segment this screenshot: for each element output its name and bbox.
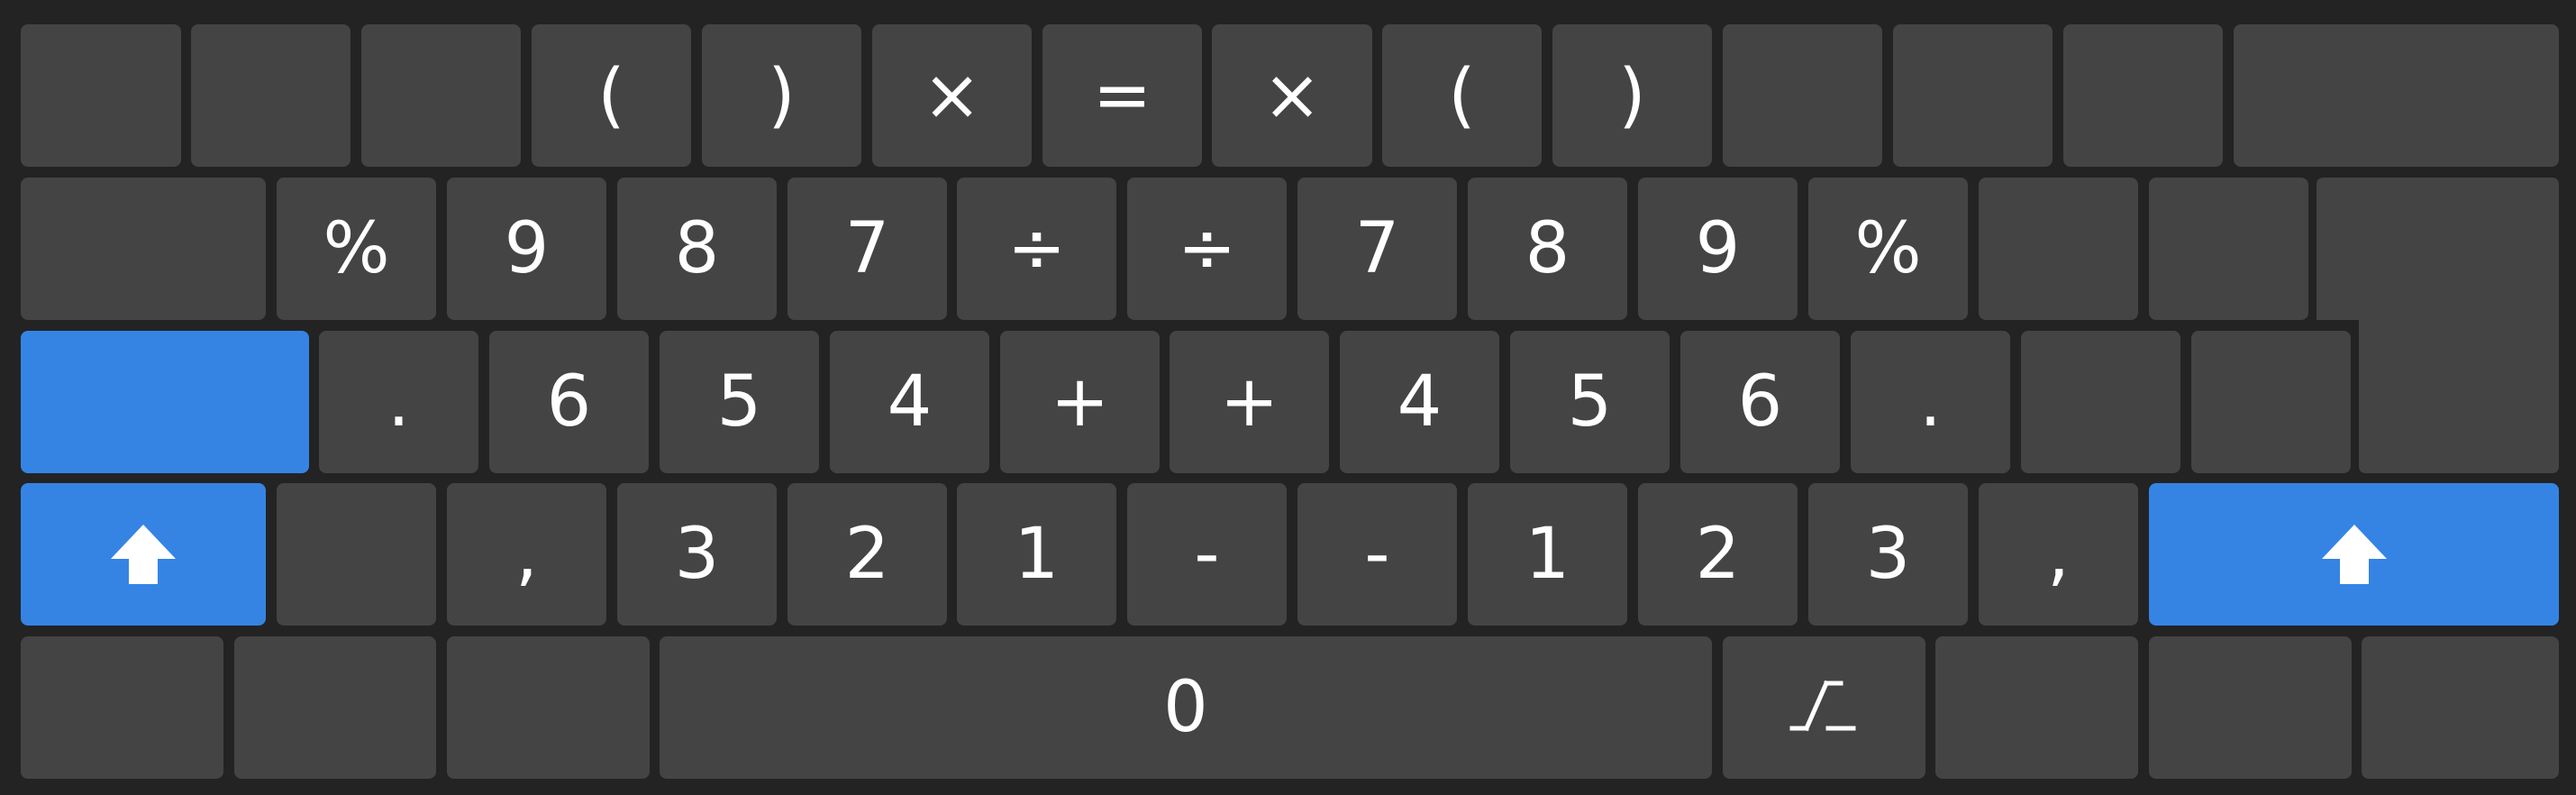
key-row1-blank-4[interactable] [1723,24,1882,167]
key-5-left[interactable]: 5 [660,331,819,473]
key-2-left[interactable]: 2 [787,483,947,626]
key-row5-blank-1[interactable] [21,636,223,779]
key-row2-blank-1[interactable] [1979,178,2138,320]
key-comma-right[interactable]: , [1979,483,2138,626]
key-row3-blank-1[interactable] [2021,331,2180,473]
key-minus-left[interactable]: - [1127,483,1287,626]
key-4-right[interactable]: 4 [1340,331,1499,473]
key-period-right[interactable]: . [1851,331,2010,473]
key-zero-space[interactable]: 0 [660,636,1712,779]
key-2-right[interactable]: 2 [1638,483,1798,626]
key-5-right[interactable]: 5 [1510,331,1670,473]
key-8-left[interactable]: 8 [617,178,777,320]
layout-switch-icon [1789,676,1861,739]
key-shift-right[interactable] [2149,483,2559,626]
key-equals[interactable]: = [1042,24,1202,167]
key-plus-left[interactable]: + [1000,331,1160,473]
key-caps-lock[interactable] [21,331,309,473]
key-tab[interactable] [21,178,266,320]
key-percent-left[interactable]: % [277,178,436,320]
key-row5-blank-2[interactable] [234,636,436,779]
key-1-left[interactable]: 1 [957,483,1116,626]
key-9-left[interactable]: 9 [447,178,606,320]
key-paren-open-right[interactable]: ( [1382,24,1542,167]
key-8-right[interactable]: 8 [1468,178,1627,320]
key-row3-blank-2[interactable] [2191,331,2351,473]
key-row5-blank-5[interactable] [2149,636,2352,779]
key-percent-right[interactable]: % [1808,178,1968,320]
key-plus-right[interactable]: + [1170,331,1329,473]
key-enter[interactable] [2317,178,2559,473]
key-6-right[interactable]: 6 [1680,331,1840,473]
key-paren-close-left[interactable]: ) [702,24,861,167]
key-divide-right[interactable]: ÷ [1127,178,1287,320]
shift-arrow-up-icon [109,523,177,586]
key-9-right[interactable]: 9 [1638,178,1798,320]
key-period-left[interactable]: . [319,331,478,473]
shift-arrow-up-icon [2320,523,2389,586]
key-shift-left[interactable] [21,483,266,626]
key-4-left[interactable]: 4 [830,331,989,473]
key-comma-left[interactable]: , [447,483,606,626]
key-row1-blank-5[interactable] [1893,24,2053,167]
key-row5-blank-6[interactable] [2362,636,2559,779]
key-6-left[interactable]: 6 [489,331,649,473]
key-row1-blank-6[interactable] [2063,24,2223,167]
key-row1-blank-2[interactable] [191,24,350,167]
key-row1-blank-3[interactable] [361,24,521,167]
key-multiply-right[interactable]: × [1212,24,1372,167]
key-3-left[interactable]: 3 [617,483,777,626]
key-row5-blank-4[interactable] [1935,636,2138,779]
key-divide-left[interactable]: ÷ [957,178,1116,320]
key-3-right[interactable]: 3 [1808,483,1968,626]
key-row5-blank-3[interactable] [447,636,650,779]
key-row4-blank-1[interactable] [277,483,436,626]
key-minus-right[interactable]: - [1297,483,1457,626]
key-paren-close-right[interactable]: ) [1552,24,1712,167]
key-paren-open-left[interactable]: ( [532,24,691,167]
key-7-left[interactable]: 7 [787,178,947,320]
key-1-right[interactable]: 1 [1468,483,1627,626]
key-multiply-left[interactable]: × [872,24,1032,167]
key-7-right[interactable]: 7 [1297,178,1457,320]
key-row1-blank-1[interactable] [21,24,181,167]
key-layout-switch[interactable] [1723,636,1925,779]
key-backspace[interactable] [2234,24,2559,167]
key-row2-blank-2[interactable] [2149,178,2308,320]
